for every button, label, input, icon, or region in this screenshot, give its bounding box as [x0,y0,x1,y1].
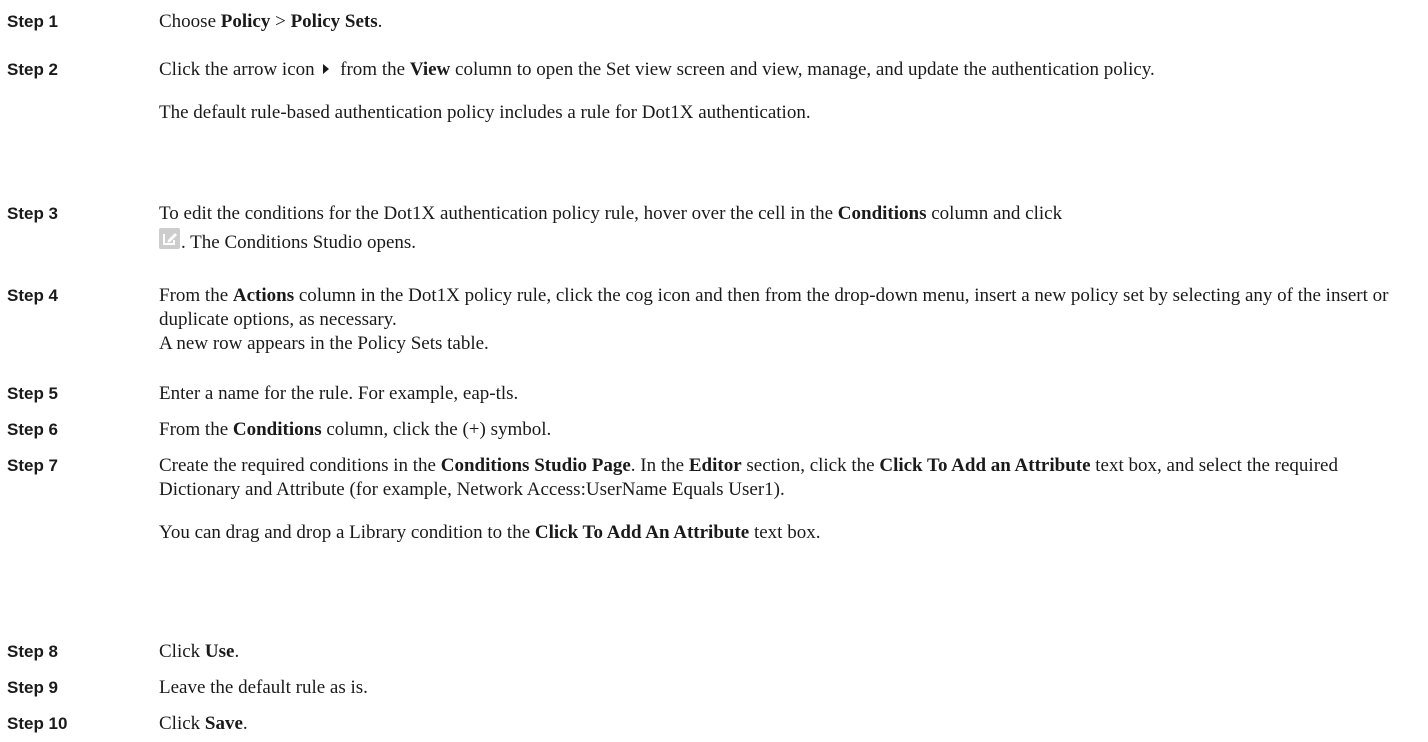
step-body: Click the arrow icon from the View colum… [159,58,1421,125]
text-run: column to open the Set view screen and v… [450,59,1155,80]
step-label: Step 3 [7,204,59,223]
text-run: To edit the conditions for the Dot1X aut… [159,203,838,224]
ui-term-editor: Editor [688,455,742,476]
step-body: Enter a name for the rule. For example, … [159,382,1421,406]
text-run: From the [159,285,233,306]
text-run: column, click the (+) symbol. [321,419,552,440]
ui-term-view: View [409,59,451,80]
step-body: Create the required conditions in the Co… [159,454,1421,545]
ui-term-policy-sets: Policy Sets [290,11,378,32]
step-label: Step 5 [7,384,59,403]
ui-term-conditions: Conditions [837,203,927,224]
procedure-steps: Step 1 Choose Policy > Policy Sets. Step… [0,0,1428,742]
step-label: Step 10 [7,714,68,733]
text-run: column in the Dot1X policy rule, click t… [159,285,1389,330]
step-text: Click Use. [159,640,1421,664]
step-note: A new row appears in the Policy Sets tab… [159,333,489,354]
step-label: Step 2 [7,60,59,79]
step-body: To edit the conditions for the Dot1X aut… [159,202,1421,260]
text-run: From the [159,419,233,440]
ui-term-conditions-studio-page: Conditions Studio Page [440,455,631,476]
step-note: The default rule-based authentication po… [159,102,811,123]
step-text: From the Conditions column, click the (+… [159,418,1421,442]
text-run: section, click the [741,455,880,476]
step-body: Choose Policy > Policy Sets. [159,10,1421,34]
ui-term-policy: Policy [220,11,271,32]
ui-term-use: Use [204,641,235,662]
text-run: Enter a name for the rule. For example, … [159,383,519,404]
step-label: Step 6 [7,420,59,439]
text-run: from the [335,59,410,80]
step-text: To edit the conditions for the Dot1X aut… [159,202,1421,226]
text-run: . [377,11,383,32]
text-run: column and click [926,203,1063,224]
step-text: Click Save. [159,712,1421,736]
step-text: Enter a name for the rule. For example, … [159,382,1421,406]
chevron-right-icon [319,60,333,76]
ui-term-actions: Actions [232,285,295,306]
text-run: . [234,641,240,662]
step-text: Leave the default rule as is. [159,676,1421,700]
text-run: text box. [749,522,821,543]
step-text: Choose Policy > Policy Sets. [159,10,1421,34]
step-text-cont: . The Conditions Studio opens. [159,226,1421,260]
text-run: Create the required conditions in the [159,455,441,476]
step-label: Step 8 [7,642,59,661]
step-body: Leave the default rule as is. [159,676,1421,700]
ui-term-save: Save [204,713,243,734]
step-text: From the Actions column in the Dot1X pol… [159,284,1421,332]
step-body: From the Actions column in the Dot1X pol… [159,284,1421,356]
step-label: Step 4 [7,286,59,305]
step-body: Click Save. [159,712,1421,736]
step-body: From the Conditions column, click the (+… [159,418,1421,442]
step-note: You can drag and drop a Library conditio… [159,521,1421,545]
text-run: Leave the default rule as is. [159,677,368,698]
text-run: . In the [630,455,689,476]
ui-term-click-to-add-attribute: Click To Add an Attribute [879,455,1091,476]
edit-icon [159,228,180,249]
text-run: You can drag and drop a Library conditio… [159,522,535,543]
step-text: Click the arrow icon from the View colum… [159,58,1421,82]
step-body: Click Use. [159,640,1421,664]
ui-term-conditions: Conditions [232,419,322,440]
step-label: Step 7 [7,456,59,475]
text-run: Click [159,713,205,734]
text-run: . The Conditions Studio opens. [181,232,417,253]
step-label: Step 1 [7,12,59,31]
ui-term-click-to-add-attribute: Click To Add An Attribute [534,522,750,543]
step-text: Create the required conditions in the Co… [159,454,1421,502]
text-run: Click [159,641,205,662]
text-run: Click the arrow icon [159,59,320,80]
text-run: Choose [159,11,221,32]
text-run: > [270,11,291,32]
text-run: . [242,713,248,734]
step-label: Step 9 [7,678,59,697]
